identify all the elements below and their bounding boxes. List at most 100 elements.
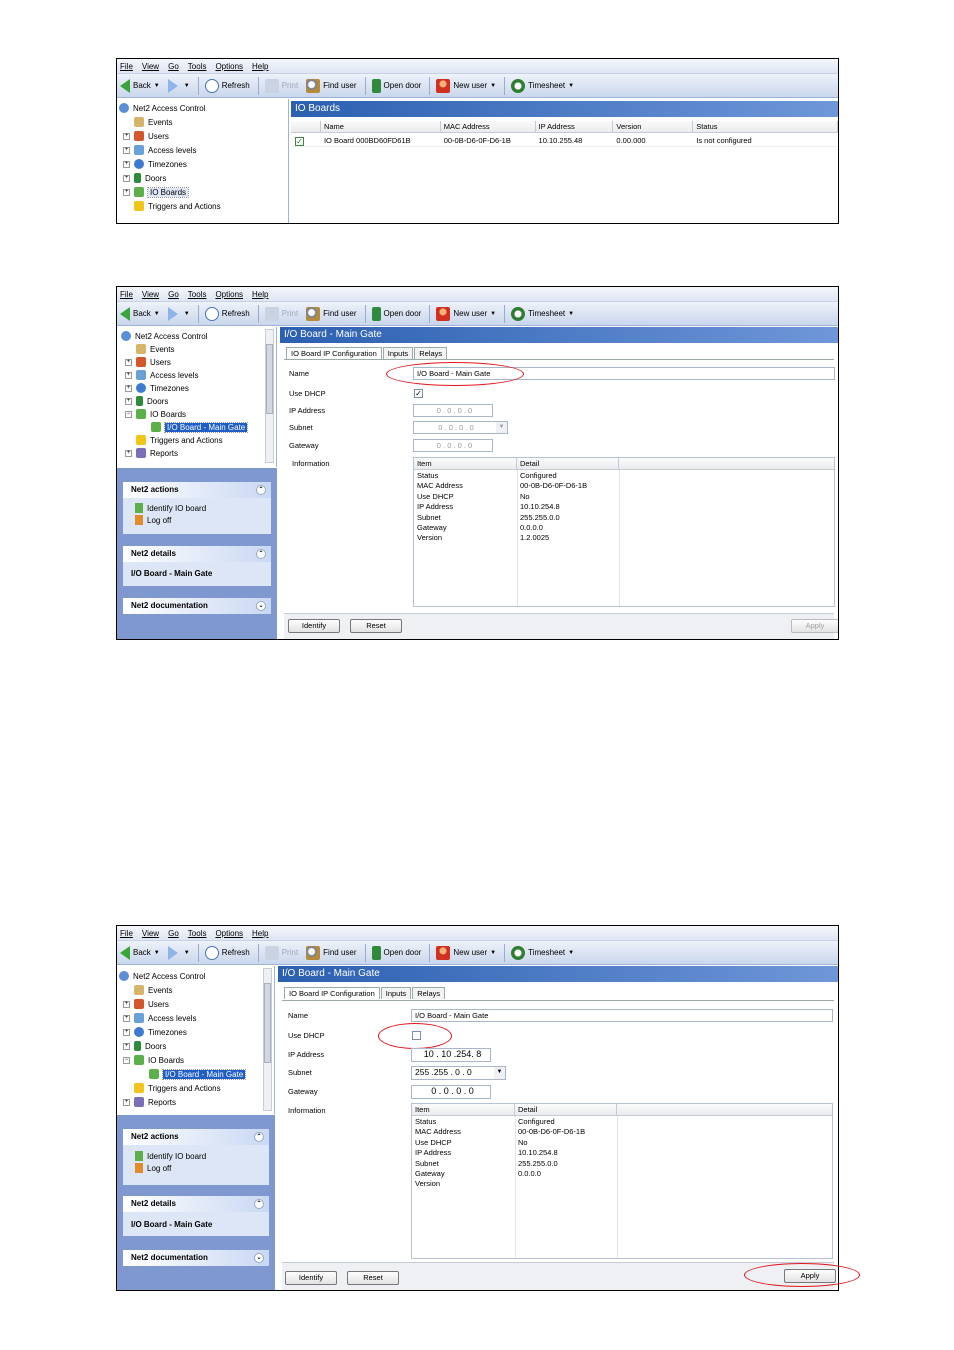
- tab-ip-configuration[interactable]: IO Board IP Configuration: [286, 347, 382, 359]
- tree-item-main-gate[interactable]: I/O Board - Main Gate: [149, 1068, 247, 1080]
- tree-item-access-levels[interactable]: + Access levels: [123, 1012, 196, 1024]
- tree-scrollbar[interactable]: [265, 329, 274, 463]
- tree-item-triggers[interactable]: Triggers and Actions: [123, 200, 221, 212]
- tree-item-doors[interactable]: + Doors: [123, 1040, 166, 1052]
- print-button[interactable]: Print: [264, 306, 298, 321]
- tab-inputs[interactable]: Inputs: [380, 987, 412, 999]
- identify-io-board-link[interactable]: Identify IO board: [123, 502, 271, 514]
- new-user-button[interactable]: New user ▼: [436, 78, 496, 93]
- expand-icon[interactable]: +: [125, 397, 132, 405]
- reset-button[interactable]: Reset: [347, 1271, 399, 1285]
- subnet-select[interactable]: 0 . 0 . 0 . 0 ▼: [413, 421, 508, 434]
- find-user-button[interactable]: Find user: [306, 78, 357, 93]
- chevron-down-icon[interactable]: ▼: [496, 422, 507, 433]
- tree-item-triggers[interactable]: Triggers and Actions: [125, 434, 223, 446]
- open-door-button[interactable]: Open door: [371, 78, 421, 93]
- ip-address-field[interactable]: 0 . 0 . 0 . 0: [413, 404, 493, 417]
- tree-item-main-gate[interactable]: I/O Board - Main Gate: [151, 421, 249, 433]
- open-door-button[interactable]: Open door: [371, 306, 421, 321]
- net2-details-header[interactable]: Net2 details ⌃: [123, 546, 271, 562]
- collapse-chevron-icon[interactable]: ⌃: [256, 549, 266, 559]
- tree-item-io-boards[interactable]: − IO Boards: [123, 1054, 184, 1066]
- identify-button[interactable]: Identify: [285, 1271, 337, 1285]
- tab-ip-configuration[interactable]: IO Board IP Configuration: [284, 987, 380, 999]
- reset-button[interactable]: Reset: [350, 619, 402, 633]
- expand-icon[interactable]: +: [123, 1042, 130, 1050]
- expand-chevron-icon[interactable]: ⌄: [254, 1253, 264, 1263]
- log-off-link[interactable]: Log off: [123, 1162, 269, 1174]
- tree-item-access-levels[interactable]: + Access levels: [123, 144, 196, 156]
- print-button[interactable]: Print: [264, 945, 298, 960]
- tab-relays[interactable]: Relays: [412, 987, 446, 999]
- log-off-link[interactable]: Log off: [123, 514, 271, 526]
- menu-go[interactable]: Go: [168, 62, 179, 71]
- new-user-button[interactable]: New user ▼: [436, 945, 496, 960]
- refresh-button[interactable]: Refresh: [204, 945, 250, 960]
- tree-item-doors[interactable]: + Doors: [123, 172, 166, 184]
- grid-col-status[interactable]: Status: [693, 121, 838, 132]
- find-user-button[interactable]: Find user: [306, 945, 357, 960]
- tree-item-events[interactable]: Events: [125, 343, 174, 355]
- new-user-button[interactable]: New user ▼: [436, 306, 496, 321]
- expand-icon[interactable]: +: [123, 1000, 130, 1008]
- expand-icon[interactable]: +: [123, 174, 130, 182]
- menu-tools[interactable]: Tools: [188, 929, 207, 938]
- open-door-button[interactable]: Open door: [371, 945, 421, 960]
- refresh-button[interactable]: Refresh: [204, 306, 250, 321]
- tree-root[interactable]: Net2 Access Control: [119, 102, 205, 114]
- net2-actions-header[interactable]: Net2 actions ⌃: [123, 1129, 269, 1145]
- info-col-detail[interactable]: Detail: [517, 458, 619, 469]
- collapse-icon[interactable]: −: [125, 410, 132, 418]
- tree-item-users[interactable]: + Users: [125, 356, 171, 368]
- menu-file[interactable]: File: [120, 929, 133, 938]
- net2-details-header[interactable]: Net2 details ⌃: [123, 1196, 269, 1212]
- gateway-field[interactable]: 0 . 0 . 0 . 0: [411, 1085, 491, 1099]
- tree-item-events[interactable]: Events: [123, 984, 172, 996]
- expand-icon[interactable]: +: [125, 358, 132, 366]
- menu-options[interactable]: Options: [215, 290, 243, 299]
- forward-button[interactable]: ▼: [167, 945, 190, 960]
- expand-icon[interactable]: +: [123, 132, 130, 140]
- refresh-button[interactable]: Refresh: [204, 78, 250, 93]
- tree-item-users[interactable]: + Users: [123, 130, 169, 142]
- menu-view[interactable]: View: [142, 290, 159, 299]
- net2-documentation-header[interactable]: Net2 documentation ⌄: [123, 598, 271, 614]
- expand-icon[interactable]: +: [125, 384, 132, 392]
- menu-options[interactable]: Options: [215, 62, 243, 71]
- expand-icon[interactable]: +: [125, 371, 132, 379]
- tree-item-reports[interactable]: + Reports: [125, 447, 178, 459]
- timesheet-button[interactable]: Timesheet ▼: [511, 945, 574, 960]
- tree-item-timezones[interactable]: + Timezones: [125, 382, 189, 394]
- identify-io-board-link[interactable]: Identify IO board: [123, 1150, 269, 1162]
- expand-icon[interactable]: +: [123, 188, 130, 196]
- grid-col-mac[interactable]: MAC Address: [441, 121, 536, 132]
- expand-chevron-icon[interactable]: ⌄: [256, 601, 266, 611]
- ip-address-field[interactable]: 10 . 10 .254. 8: [411, 1048, 491, 1062]
- info-col-item[interactable]: Item: [414, 458, 517, 469]
- subnet-select[interactable]: 255 .255 . 0 . 0 ▼: [411, 1066, 506, 1080]
- find-user-button[interactable]: Find user: [306, 306, 357, 321]
- net2-actions-header[interactable]: Net2 actions ⌃: [123, 482, 271, 498]
- collapse-chevron-icon[interactable]: ⌃: [254, 1132, 264, 1142]
- expand-icon[interactable]: +: [125, 449, 132, 457]
- tree-item-io-boards[interactable]: − IO Boards: [125, 408, 186, 420]
- info-col-detail[interactable]: Detail: [515, 1104, 617, 1115]
- forward-button[interactable]: ▼: [167, 78, 190, 93]
- menu-tools[interactable]: Tools: [188, 62, 207, 71]
- grid-col-name[interactable]: Name: [321, 121, 441, 132]
- menu-help[interactable]: Help: [252, 290, 268, 299]
- gateway-field[interactable]: 0 . 0 . 0 . 0: [413, 439, 493, 452]
- tree-root[interactable]: Net2 Access Control: [121, 330, 207, 342]
- checkbox-checked-icon[interactable]: ✓: [295, 137, 304, 146]
- tree-scrollbar[interactable]: [263, 968, 272, 1111]
- tree-item-access-levels[interactable]: + Access levels: [125, 369, 198, 381]
- tree-item-events[interactable]: Events: [123, 116, 172, 128]
- expand-icon[interactable]: +: [123, 1028, 130, 1036]
- use-dhcp-checkbox[interactable]: ✓: [414, 389, 423, 398]
- tree-item-timezones[interactable]: + Timezones: [123, 1026, 187, 1038]
- menu-view[interactable]: View: [142, 62, 159, 71]
- net2-documentation-header[interactable]: Net2 documentation ⌄: [123, 1250, 269, 1266]
- menu-options[interactable]: Options: [215, 929, 243, 938]
- tree-item-doors[interactable]: + Doors: [125, 395, 168, 407]
- tree-item-reports[interactable]: + Reports: [123, 1096, 176, 1108]
